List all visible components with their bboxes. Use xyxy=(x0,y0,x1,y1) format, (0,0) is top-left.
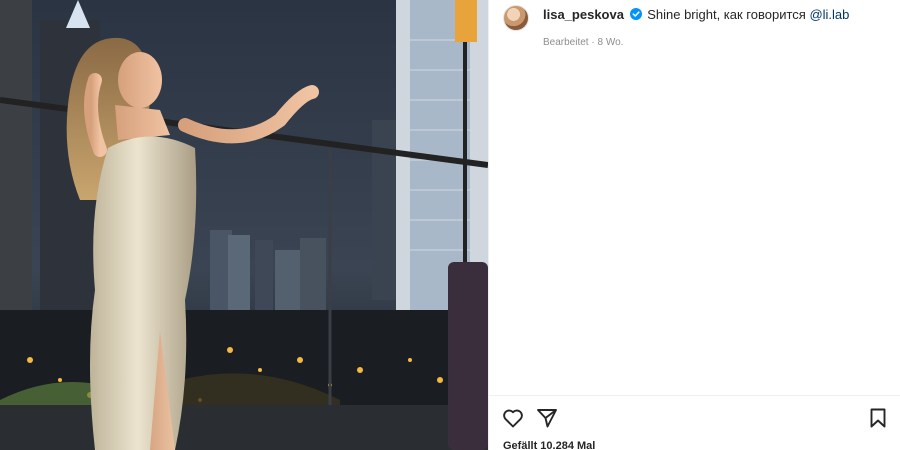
caption-row: lisa_peskova Shine bright, как говорится… xyxy=(503,5,890,48)
caption: lisa_peskova Shine bright, как говорится… xyxy=(543,7,849,23)
like-count[interactable]: Gefällt 10.284 Mal xyxy=(503,440,595,450)
save-button[interactable] xyxy=(866,406,890,430)
paper-plane-icon xyxy=(537,409,557,428)
share-button[interactable] xyxy=(535,406,559,430)
mention-link[interactable]: @li.lab xyxy=(809,7,849,22)
post-meta: Bearbeitet · 8 Wo. xyxy=(543,37,624,48)
caption-body: lisa_peskova Shine bright, как говорится… xyxy=(543,5,849,48)
like-button[interactable] xyxy=(501,406,525,430)
avatar[interactable] xyxy=(503,5,529,31)
bookmark-icon xyxy=(870,408,886,428)
post-photo xyxy=(0,0,488,450)
post-image[interactable] xyxy=(0,0,488,450)
heart-icon xyxy=(503,409,523,428)
caption-text: Shine bright, как говорится xyxy=(647,7,810,22)
action-bar xyxy=(489,395,900,435)
post-panel: lisa_peskova Shine bright, как говорится… xyxy=(488,0,900,450)
username-link[interactable]: lisa_peskova xyxy=(543,7,624,22)
verified-badge-icon xyxy=(629,8,642,20)
